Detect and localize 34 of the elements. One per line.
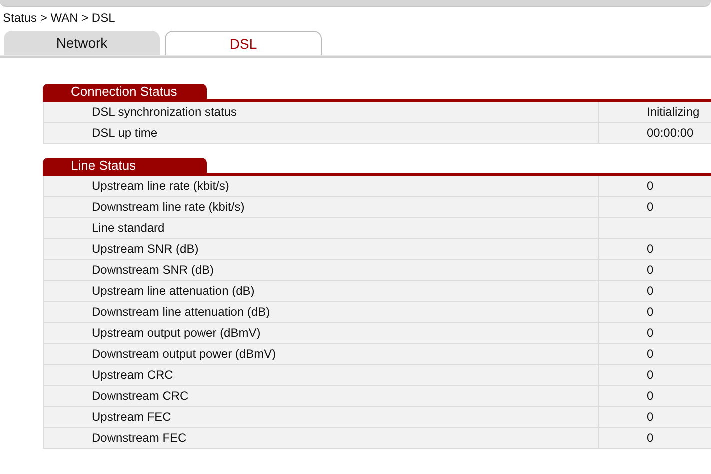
row-value: 0 bbox=[646, 262, 655, 279]
row-label: Downstream SNR (dB) bbox=[44, 260, 599, 280]
row-value: 0 bbox=[646, 241, 655, 258]
section-title: Connection Status bbox=[43, 84, 207, 99]
row-value: 0 bbox=[646, 409, 655, 426]
row-value: 0 bbox=[646, 283, 655, 300]
row-value: 0 bbox=[646, 199, 655, 216]
row-value: 0 bbox=[646, 325, 655, 342]
row-value: 0 bbox=[646, 304, 655, 321]
row-value: 00:00:00 bbox=[646, 125, 695, 142]
row-label: Upstream SNR (dB) bbox=[44, 239, 599, 259]
row-label: Line standard bbox=[44, 218, 599, 238]
row-value: 0 bbox=[646, 430, 655, 447]
row-label: DSL synchronization status bbox=[44, 102, 599, 122]
row-value: 0 bbox=[646, 367, 655, 384]
tab[interactable]: Network bbox=[4, 31, 160, 55]
section-title: Line Status bbox=[43, 158, 207, 173]
row-label: Upstream line attenuation (dB) bbox=[44, 281, 599, 301]
row-label: Downstream CRC bbox=[44, 386, 599, 406]
row-value: 0 bbox=[646, 346, 655, 363]
row-label: Upstream line rate (kbit/s) bbox=[44, 176, 599, 196]
tab[interactable]: DSL bbox=[165, 31, 322, 55]
row-label: Upstream output power (dBmV) bbox=[44, 323, 599, 343]
row-label: Downstream line rate (kbit/s) bbox=[44, 197, 599, 217]
row-label: Downstream line attenuation (dB) bbox=[44, 302, 599, 322]
row-label: DSL up time bbox=[44, 123, 599, 143]
breadcrumb: Status > WAN > DSL bbox=[2, 10, 116, 27]
row-label: Upstream CRC bbox=[44, 365, 599, 385]
row-value: 0 bbox=[646, 178, 655, 195]
row-value: Initializing bbox=[646, 104, 701, 121]
row-label: Downstream output power (dBmV) bbox=[44, 344, 599, 364]
row-value: 0 bbox=[646, 388, 655, 405]
row-label: Downstream FEC bbox=[44, 428, 599, 448]
row-label: Upstream FEC bbox=[44, 407, 599, 427]
